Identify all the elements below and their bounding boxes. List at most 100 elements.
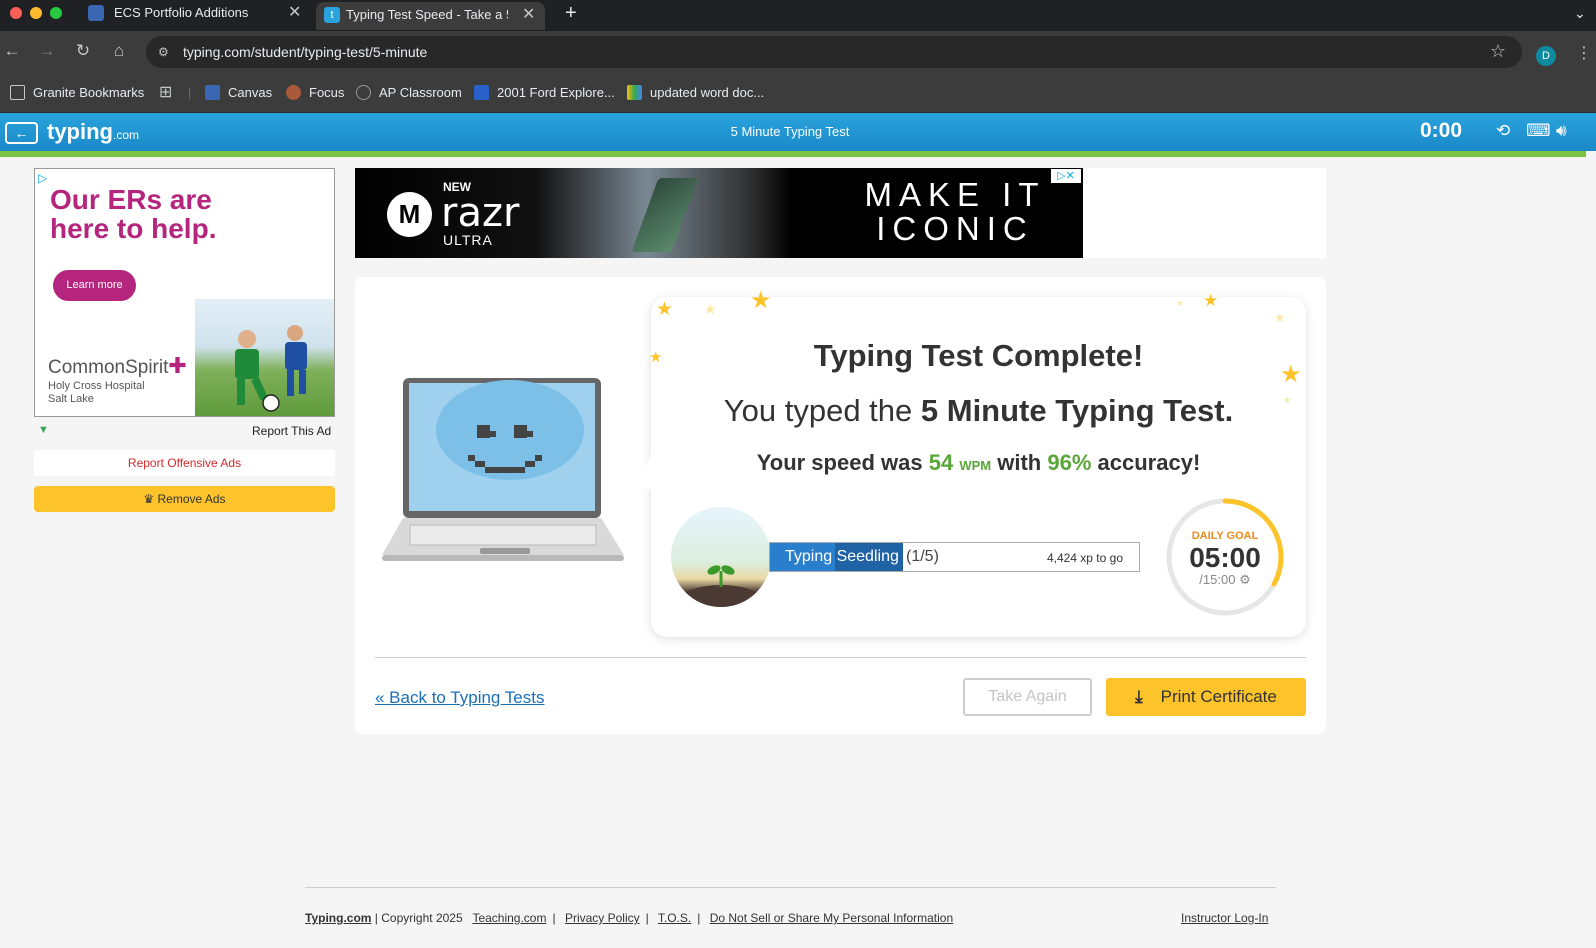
print-certificate-label: Print Certificate <box>1160 687 1277 706</box>
forward-icon[interactable]: → <box>36 41 58 61</box>
xp-to-go: 4,424 xp to go <box>1046 551 1123 565</box>
back-icon[interactable]: ← <box>1 41 23 61</box>
daily-goal-time: 05:00 <box>1189 542 1261 573</box>
bookmark-label: updated word doc... <box>650 85 765 100</box>
minimize-window-button[interactable] <box>30 7 42 19</box>
remove-ads-button[interactable]: ♛ Remove Ads <box>34 486 335 512</box>
banner-variant: ULTRA <box>443 232 493 248</box>
wpm-value: 54 WPM <box>929 450 991 475</box>
report-offensive-ads-button[interactable]: Report Offensive Ads <box>34 450 335 476</box>
with-text: with <box>997 450 1042 475</box>
apps-grid-icon[interactable]: ⊞ <box>159 82 172 102</box>
result-speed-line: Your speed was 54 WPM with 96% accuracy! <box>651 450 1306 476</box>
tab-title: ECS Portfolio Additions <box>114 5 249 20</box>
bookmark-word-doc[interactable]: updated word doc... <box>627 85 764 100</box>
keyboard-toggle-icon[interactable]: ⌨ <box>1526 121 1551 141</box>
instructor-login-link[interactable]: Instructor Log-In <box>1181 911 1268 925</box>
seedling-icon <box>681 565 761 607</box>
bookmark-separator: | <box>188 85 192 100</box>
star-icon: ★ <box>1203 291 1219 310</box>
bookmark-focus[interactable]: Focus <box>286 85 344 100</box>
crown-icon: ♛ <box>143 492 158 506</box>
report-this-ad-link[interactable]: Report This Ad <box>252 424 331 438</box>
browser-menu-icon[interactable]: ⋮ <box>1576 43 1592 63</box>
address-bar[interactable]: ⚙ typing.com/student/typing-test/5-minut… <box>146 36 1522 68</box>
focus-icon <box>286 85 301 100</box>
footer-tos-link[interactable]: T.O.S. <box>658 911 691 925</box>
footer-do-not-sell-link[interactable]: Do Not Sell or Share My Personal Informa… <box>710 911 953 925</box>
daily-goal-label: DAILY GOAL <box>1191 530 1259 542</box>
tab-search-icon[interactable]: ⌄ <box>1574 0 1586 28</box>
print-certificate-button[interactable]: ⤓ Print Certificate <box>1106 678 1306 716</box>
bookmark-label: Granite Bookmarks <box>33 85 145 100</box>
take-again-button[interactable]: Take Again <box>963 678 1092 716</box>
site-info-icon[interactable]: ⚙ <box>158 45 172 59</box>
phone-image <box>631 178 699 252</box>
banner-product: razr <box>441 190 520 236</box>
typing-header: ← typing.com 5 Minute Typing Test 0:00 ⟲… <box>0 113 1596 151</box>
bookmark-label: Focus <box>309 85 345 100</box>
footer-teaching-link[interactable]: Teaching.com <box>472 911 546 925</box>
wpm-number: 54 <box>928 450 954 475</box>
accuracy-suffix: accuracy! <box>1097 450 1201 475</box>
canvas-icon <box>205 85 220 100</box>
footer-separator: | <box>697 911 701 925</box>
typing-favicon-icon: t <box>324 7 340 23</box>
footer-copyright: | Copyright 2025 <box>374 911 463 925</box>
star-icon: ★ <box>704 301 717 317</box>
footer-separator: | <box>645 911 649 925</box>
bookmark-ap-classroom[interactable]: AP Classroom <box>356 85 462 100</box>
footer-separator: | <box>552 911 556 925</box>
bookmark-star-icon[interactable]: ☆ <box>1490 41 1506 62</box>
level-progress: (1/5) <box>906 548 939 565</box>
browser-toolbar: ← → ↻ ⌂ ⚙ typing.com/student/typing-test… <box>0 31 1596 73</box>
home-icon[interactable]: ⌂ <box>108 41 130 61</box>
bookmark-label: 2001 Ford Explore... <box>497 85 615 100</box>
footer-privacy-link[interactable]: Privacy Policy <box>565 911 640 925</box>
history-icon[interactable]: ⟲ <box>1496 121 1510 141</box>
close-tab-icon[interactable]: ✕ <box>522 2 535 28</box>
banner-advertisement[interactable]: M NEW razr ULTRA MAKE IT ICONIC ▷✕ <box>355 168 1083 258</box>
profile-avatar[interactable]: D <box>1536 46 1556 66</box>
cross-icon: ✚ <box>168 353 187 378</box>
gear-icon[interactable]: ⚙ <box>1239 572 1251 587</box>
reload-icon[interactable]: ↻ <box>72 41 94 61</box>
ad-headline: Our ERs are here to help. <box>50 184 217 244</box>
typing-logo[interactable]: typing.com <box>47 119 139 145</box>
exit-test-button[interactable]: ← <box>5 122 38 144</box>
close-tab-icon[interactable]: ✕ <box>288 0 301 26</box>
ad-feedback-icon[interactable]: ▼ <box>38 424 49 436</box>
header-accent-bar <box>0 151 1586 157</box>
ad-brand-name: CommonSpirit <box>48 357 169 378</box>
new-tab-button[interactable]: + <box>565 0 577 28</box>
footer-typing-link[interactable]: Typing.com <box>305 911 371 925</box>
footer: Typing.com | Copyright 2025 Teaching.com… <box>305 911 953 925</box>
daily-goal-max[interactable]: /15:00 ⚙ <box>1164 572 1286 588</box>
maximize-window-button[interactable] <box>50 7 62 19</box>
bookmark-ford[interactable]: 2001 Ford Explore... <box>474 85 615 100</box>
ad-sub-line: Salt Lake <box>48 393 94 405</box>
url-text[interactable]: typing.com/student/typing-test/5-minute <box>183 44 427 60</box>
tab-ecs-portfolio[interactable]: ECS Portfolio Additions ✕ <box>88 0 304 28</box>
result-subtitle: You typed the 5 Minute Typing Test. <box>651 393 1306 429</box>
star-icon: ★ <box>750 287 772 314</box>
back-to-typing-tests-link[interactable]: « Back to Typing Tests <box>375 688 544 708</box>
actions-divider <box>375 657 1306 658</box>
bookmark-canvas[interactable]: Canvas <box>205 85 272 100</box>
slogan-line: MAKE IT <box>864 176 1046 213</box>
browser-tab-bar: ECS Portfolio Additions ✕ t Typing Test … <box>0 0 1596 31</box>
side-advertisement[interactable]: ▷ Our ERs are here to help. Learn more C… <box>34 168 335 417</box>
bookmarks-bar: Granite Bookmarks ⊞ | Canvas Focus AP Cl… <box>0 73 1596 113</box>
adchoices-icon[interactable]: ▷ <box>38 171 47 185</box>
level-name: Typing Seedling <box>785 548 899 565</box>
subtitle-prefix: You typed the <box>723 393 913 428</box>
close-window-button[interactable] <box>10 7 22 19</box>
ad-learn-more-button[interactable]: Learn more <box>53 270 136 301</box>
tab-typing-test[interactable]: t Typing Test Speed - Take a 5 ✕ <box>316 2 545 30</box>
sound-icon[interactable]: 🔊︎ <box>1556 121 1567 141</box>
ad-close-icon[interactable]: ▷✕ <box>1051 169 1081 183</box>
ford-icon <box>474 85 489 100</box>
logo-text: typing <box>47 119 113 144</box>
level-badge <box>671 507 771 607</box>
bookmark-granite[interactable]: Granite Bookmarks <box>10 85 144 100</box>
